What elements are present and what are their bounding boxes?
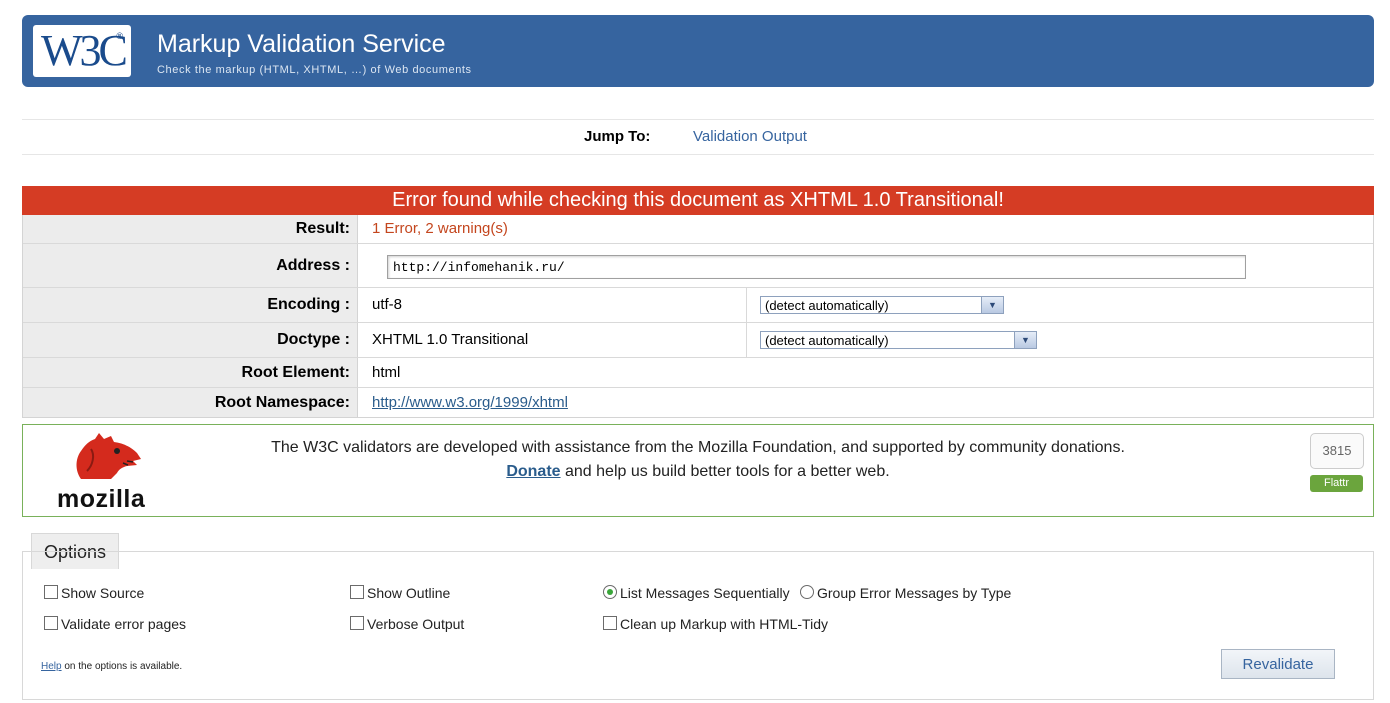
show-source-checkbox[interactable] (44, 585, 58, 599)
mozilla-dino-icon (76, 433, 141, 479)
header-banner: W3C ® Markup Validation Service Check th… (22, 15, 1374, 87)
chevron-down-icon[interactable]: ▼ (1014, 332, 1036, 348)
group-by-type-label: Group Error Messages by Type (817, 585, 1012, 601)
doctype-label: Doctype : (23, 323, 358, 357)
sponsor-line-1: The W3C validators are developed with as… (271, 439, 1125, 456)
mozilla-logo[interactable]: mozilla (53, 431, 163, 513)
root-element-value: html (372, 364, 401, 381)
encoding-select-value: (detect automatically) (765, 298, 889, 313)
encoding-label: Encoding : (23, 288, 358, 322)
address-row: Address : http://infomehanik.ru/ (23, 244, 1373, 288)
flattr-label: Flattr (1323, 477, 1350, 489)
column-divider (746, 323, 747, 357)
root-namespace-link[interactable]: http://www.w3.org/1999/xhtml (372, 394, 568, 411)
list-sequential-label: List Messages Sequentially (620, 585, 790, 601)
list-sequential-radio[interactable] (603, 585, 617, 599)
result-value: 1 Error, 2 warning(s) (372, 220, 508, 237)
sponsor-message: The W3C validators are developed with as… (173, 436, 1223, 484)
validate-error-pages-label: Validate error pages (61, 616, 187, 632)
encoding-select[interactable]: (detect automatically) ▼ (760, 296, 1004, 314)
encoding-value: utf-8 (372, 296, 403, 313)
result-table: Result: 1 Error, 2 warning(s) Address : … (22, 215, 1374, 418)
verbose-output-label: Verbose Output (367, 616, 465, 632)
help-link[interactable]: Help (41, 661, 62, 672)
doctype-select-value: (detect automatically) (765, 333, 889, 348)
validate-error-pages-checkbox[interactable] (44, 616, 58, 630)
doctype-select[interactable]: (detect automatically) ▼ (760, 331, 1037, 349)
root-element-row: Root Element: html (23, 358, 1373, 388)
validate-error-pages-option[interactable]: Validate error pages (44, 616, 186, 632)
verbose-output-option[interactable]: Verbose Output (350, 616, 464, 632)
jump-bar: Jump To: Validation Output (22, 119, 1374, 155)
w3c-logo-text: W3C (41, 26, 128, 75)
root-element-label: Root Element: (23, 358, 358, 387)
encoding-row: Encoding : utf-8 (detect automatically) … (23, 288, 1373, 323)
show-source-option[interactable]: Show Source (44, 585, 144, 601)
error-header: Error found while checking this document… (22, 186, 1374, 215)
address-input[interactable]: http://infomehanik.ru/ (387, 255, 1246, 279)
html-tidy-checkbox[interactable] (603, 616, 617, 630)
show-outline-checkbox[interactable] (350, 585, 364, 599)
page-title: Markup Validation Service (157, 30, 446, 58)
verbose-output-checkbox[interactable] (350, 616, 364, 630)
mozilla-sponsor-box: mozilla The W3C validators are developed… (22, 424, 1374, 517)
root-namespace-label: Root Namespace: (23, 388, 358, 417)
donate-link[interactable]: Donate (506, 463, 560, 480)
doctype-value: XHTML 1.0 Transitional (372, 331, 529, 348)
result-row: Result: 1 Error, 2 warning(s) (23, 215, 1373, 244)
validation-output-link[interactable]: Validation Output (693, 128, 807, 145)
show-outline-option[interactable]: Show Outline (350, 585, 450, 601)
group-by-type-option[interactable]: Group Error Messages by Type (800, 585, 1011, 601)
chevron-down-icon[interactable]: ▼ (981, 297, 1003, 313)
sponsor-line-2: Donate and help us build better tools fo… (173, 460, 1223, 484)
flattr-count-badge: 3815 (1310, 433, 1364, 469)
help-note-text: on the options is available. (61, 661, 183, 672)
html-tidy-label: Clean up Markup with HTML-Tidy (620, 616, 828, 632)
sponsor-line-2-text: and help us build better tools for a bet… (560, 463, 890, 480)
flattr-button[interactable]: Flattr (1310, 475, 1363, 492)
address-label: Address : (23, 244, 358, 287)
show-outline-label: Show Outline (367, 585, 451, 601)
group-by-type-radio[interactable] (800, 585, 814, 599)
root-namespace-row: Root Namespace: http://www.w3.org/1999/x… (23, 388, 1373, 417)
html-tidy-option[interactable]: Clean up Markup with HTML-Tidy (603, 616, 828, 632)
registered-mark: ® (116, 31, 123, 41)
doctype-row: Doctype : XHTML 1.0 Transitional (detect… (23, 323, 1373, 358)
revalidate-button[interactable]: Revalidate (1221, 649, 1335, 679)
list-sequential-option[interactable]: List Messages Sequentially (603, 585, 790, 601)
mozilla-wordmark: mozilla (57, 485, 146, 513)
options-help-note: Help on the options is available. (41, 661, 182, 672)
result-label: Result: (23, 215, 358, 243)
page-subtitle: Check the markup (HTML, XHTML, …) of Web… (157, 64, 472, 76)
column-divider (746, 288, 747, 322)
w3c-logo[interactable]: W3C ® (33, 25, 131, 77)
show-source-label: Show Source (61, 585, 145, 601)
jump-to-label: Jump To: (584, 128, 651, 145)
